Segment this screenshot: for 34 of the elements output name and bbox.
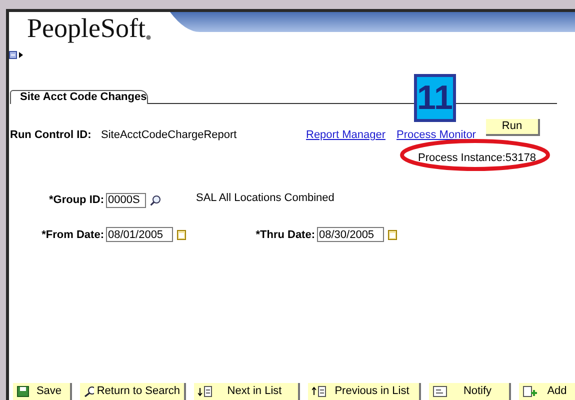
date-field[interactable]: 08/30/2005 — [317, 227, 384, 242]
envelope-icon — [433, 386, 447, 397]
tab[interactable]: Site Acct Code Changes — [10, 90, 148, 104]
field-label: *From Date: — [40, 228, 105, 242]
link[interactable]: Report Manager — [306, 127, 386, 144]
group-description: SAL All Locations Combined — [196, 191, 334, 206]
run-button[interactable]: Run — [486, 119, 540, 136]
link[interactable]: Process Monitor — [396, 127, 476, 144]
toolbar-button[interactable]: Notify — [429, 383, 511, 400]
date-field[interactable]: 08/01/2005 — [106, 227, 173, 242]
save-icon — [17, 386, 29, 397]
input-field[interactable]: 0000S — [106, 192, 146, 208]
expand-arrow-icon[interactable] — [19, 52, 23, 58]
calendar-icon[interactable] — [177, 230, 186, 240]
toolbar-button[interactable]: Save — [13, 383, 72, 400]
next-list-icon — [198, 386, 212, 397]
add-icon — [523, 386, 538, 397]
toolbar-button[interactable]: Previous in List — [308, 383, 421, 400]
run-control-value: SiteAcctCodeChargeReport — [101, 128, 238, 143]
menu-icon[interactable] — [9, 51, 17, 59]
step-number-badge: 11 — [414, 74, 456, 122]
logo: PeopleSoft — [27, 15, 146, 42]
search-icon — [84, 386, 94, 397]
process-instance: Process Instance:53178 — [418, 150, 538, 166]
toolbar-button[interactable]: Next in List — [194, 383, 300, 400]
registered-icon — [146, 35, 150, 40]
previous-list-icon — [312, 386, 326, 397]
search-icon[interactable] — [150, 194, 161, 206]
toolbar-button[interactable]: Return to Search — [80, 383, 186, 400]
calendar-icon[interactable] — [388, 230, 397, 240]
field-label: *Group ID: — [48, 193, 105, 208]
field-label: Run Control ID: — [10, 128, 92, 143]
toolbar-button[interactable]: Add — [519, 383, 575, 400]
field-label: *Thru Date: — [254, 228, 316, 242]
